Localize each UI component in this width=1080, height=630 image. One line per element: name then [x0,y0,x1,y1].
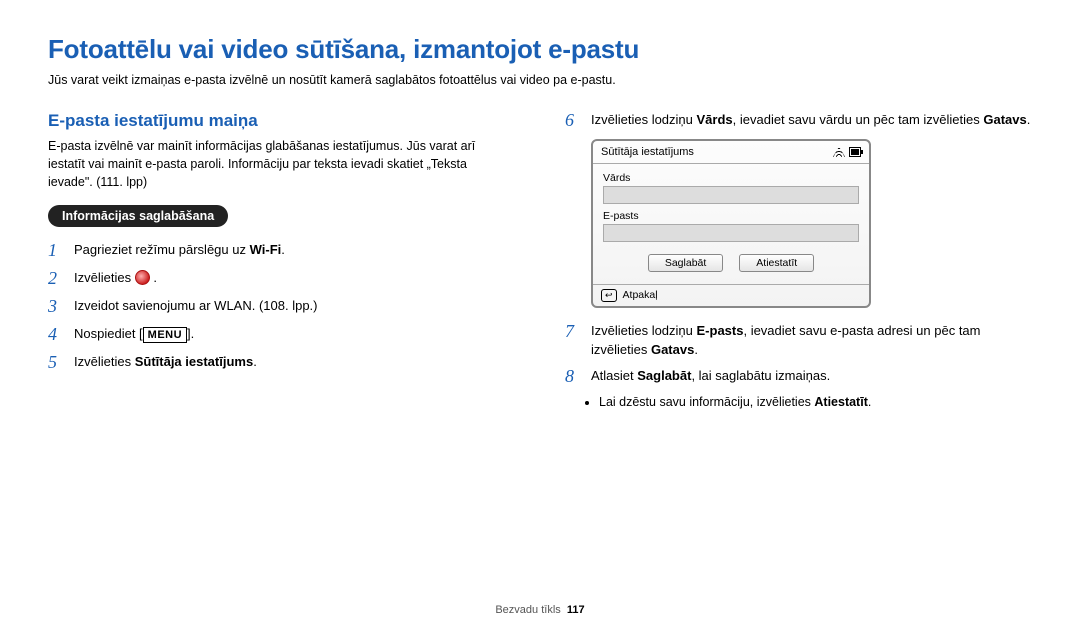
wifi-label: Wi-Fi [250,242,282,257]
subsection-pill: Informācijas saglabāšana [48,205,228,227]
step-number: 7 [565,322,591,342]
section-heading: E-pasta iestatījumu maiņa [48,111,515,131]
section-description: E-pasta izvēlnē var mainīt informācijas … [48,137,515,191]
back-key-icon: ↩ [601,289,617,302]
step-number: 1 [48,241,74,261]
name-input[interactable] [603,186,859,204]
back-label: Atpakaļ [623,289,658,301]
field-label-name: Vārds [603,172,859,184]
page-title: Fotoattēlu vai video sūtīšana, izmantojo… [48,34,1032,65]
page-footer: Bezvadu tīkls 117 [0,604,1080,616]
step-3: Izveidot savienojumu ar WLAN. (108. lpp.… [74,297,318,316]
email-input[interactable] [603,224,859,242]
settings-panel: Sūtītāja iestatījums Vārds E-pasts Sagla… [591,139,871,308]
step-number: 8 [565,367,591,387]
step-5: Izvēlieties Sūtītāja iestatījums. [74,353,257,372]
battery-icon [849,147,861,157]
step-8: Atlasiet Saglabāt, lai saglabātu izmaiņa… [591,367,830,386]
step-number: 2 [48,269,74,289]
intro-text: Jūs varat veikt izmaiņas e-pasta izvēlnē… [48,73,1032,87]
step-number: 5 [48,353,74,373]
step-4: Nospiediet [MENU]. [74,325,194,344]
step-2: Izvēlieties . [74,269,157,288]
note-bullet: Lai dzēstu savu informāciju, izvēlieties… [599,395,1032,409]
step-1: Pagrieziet režīmu pārslēgu uz Wi-Fi. [74,241,285,260]
field-label-email: E-pasts [603,210,859,222]
save-button[interactable]: Saglabāt [648,254,723,272]
email-icon [135,270,150,285]
left-column: E-pasta iestatījumu maiņa E-pasta izvēln… [48,111,515,409]
menu-key-icon: MENU [143,327,187,343]
step-7: Izvēlieties lodziņu E-pasts, ievadiet sa… [591,322,1032,360]
reset-button[interactable]: Atiestatīt [739,254,814,272]
panel-title: Sūtītāja iestatījums [601,146,694,158]
step-6: Izvēlieties lodziņu Vārds, ievadiet savu… [591,111,1030,130]
right-column: 6 Izvēlieties lodziņu Vārds, ievadiet sa… [565,111,1032,409]
step-number: 3 [48,297,74,317]
step-number: 4 [48,325,74,345]
step-number: 6 [565,111,591,131]
wifi-icon [833,147,845,157]
